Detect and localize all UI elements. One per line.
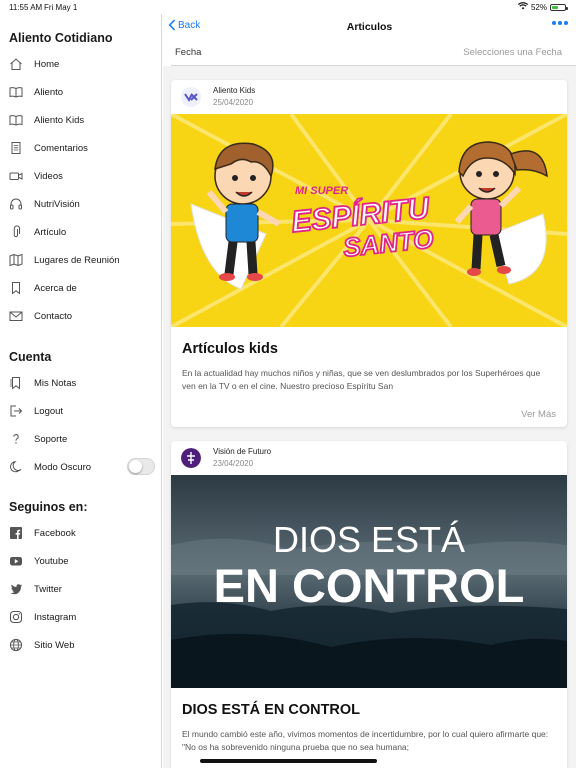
house-icon <box>9 57 23 71</box>
image-caption-main: EN CONTROL <box>214 559 525 612</box>
dark-mode-toggle[interactable] <box>127 458 155 475</box>
youtube-icon <box>9 554 23 568</box>
image-caption-top: DIOS ESTÁ <box>273 519 465 560</box>
question-icon <box>9 432 23 446</box>
instagram-icon <box>9 610 23 624</box>
sidebar-item-videos[interactable]: Videos <box>0 165 162 187</box>
navigation-bar: Back Articulos <box>163 14 576 40</box>
sidebar-item-twitter[interactable]: Twitter <box>0 578 162 600</box>
article-excerpt: El mundo cambió este año, vivimos moment… <box>182 729 549 752</box>
sidebar-item-aliento-kids[interactable]: Aliento Kids <box>0 109 162 131</box>
date-filter-value[interactable]: Selecciones una Fecha <box>463 47 562 58</box>
status-indicators: 52% <box>517 2 568 12</box>
sidebar-item-instagram[interactable]: Instagram <box>0 606 162 628</box>
card-header: Aliento Kids 25/04/2020 <box>171 80 567 114</box>
paperclip-icon <box>9 225 23 239</box>
envelope-icon <box>9 309 23 323</box>
article-title: Artículos kids <box>182 341 278 357</box>
vision-de-futuro-avatar <box>181 448 201 468</box>
battery-percent: 52% <box>530 2 547 12</box>
facebook-icon <box>9 526 23 540</box>
main-content: Back Articulos Fecha Selecciones una Fec… <box>163 14 576 768</box>
article-image: MI SUPER ESPÍRITU SANTO <box>171 114 567 327</box>
sidebar-item-label: Lugares de Reunión <box>34 254 120 266</box>
aliento-kids-avatar <box>181 87 201 107</box>
article-card[interactable]: Aliento Kids 25/04/2020 MI SUPER ESPÍRIT… <box>171 80 567 427</box>
home-indicator[interactable] <box>200 759 377 763</box>
sidebar-item-facebook[interactable]: Facebook <box>0 522 162 544</box>
status-bar: 11:55 AM Fri May 1 52% <box>0 0 576 14</box>
sidebar-item-label: Youtube <box>34 555 69 567</box>
twitter-icon <box>9 582 23 596</box>
status-time: 11:55 AM <box>9 3 43 12</box>
sidebar-item-acerca[interactable]: Acerca de <box>0 277 162 299</box>
social-heading: Seguinos en: <box>9 500 88 514</box>
sidebar-item-contacto[interactable]: Contacto <box>0 305 162 327</box>
sidebar-item-label: Aliento <box>34 86 64 98</box>
battery-level <box>552 5 559 9</box>
sidebar-item-logout[interactable]: Logout <box>0 400 162 422</box>
date-filter[interactable]: Fecha Selecciones una Fecha <box>163 40 576 66</box>
sidebar-item-sitio-web[interactable]: Sitio Web <box>0 634 162 656</box>
book-icon <box>9 85 23 99</box>
sidebar-item-label: Instagram <box>34 611 77 623</box>
sidebar-item-lugares[interactable]: Lugares de Reunión <box>0 249 162 271</box>
sidebar-item-label: Logout <box>34 405 64 417</box>
bookmark-list-icon <box>9 376 23 390</box>
sidebar-item-soporte[interactable]: Soporte <box>0 428 162 450</box>
sidebar-item-label: Modo Oscuro <box>34 461 92 473</box>
article-author: Aliento Kids <box>213 86 256 95</box>
article-image: DIOS ESTÁ EN CONTROL <box>171 475 567 688</box>
article-title: DIOS ESTÁ EN CONTROL <box>182 702 361 718</box>
logout-icon <box>9 404 23 418</box>
sidebar-item-home[interactable]: Home <box>0 53 162 75</box>
sidebar-item-comentarios[interactable]: Comentarios <box>0 137 162 159</box>
sidebar-item-aliento[interactable]: Aliento <box>0 81 162 103</box>
sidebar-item-label: Videos <box>34 170 63 182</box>
account-heading: Cuenta <box>9 350 52 364</box>
video-camera-icon <box>9 169 23 183</box>
moon-icon <box>9 460 23 474</box>
sidebar-item-label: Home <box>34 58 60 70</box>
sidebar-item-label: Facebook <box>34 527 76 539</box>
sidebar-item-label: Twitter <box>34 583 62 595</box>
sidebar-item-label: Comentarios <box>34 142 88 154</box>
sidebar-item-label: Artículo <box>34 226 67 238</box>
sidebar-item-articulo[interactable]: Artículo <box>0 221 162 243</box>
article-date: 23/04/2020 <box>213 459 254 468</box>
article-date: 25/04/2020 <box>213 98 254 107</box>
divider <box>171 65 576 66</box>
ver-mas-link[interactable]: Ver Más <box>521 409 556 420</box>
sidebar-item-label: Aliento Kids <box>34 114 85 126</box>
sidebar-item-label: Contacto <box>34 310 73 322</box>
sidebar-item-label: Soporte <box>34 433 68 445</box>
article-excerpt: En la actualidad hay muchos niños y niña… <box>182 368 541 391</box>
sidebar-item-label: Acerca de <box>34 282 77 294</box>
page-title: Articulos <box>346 21 393 33</box>
bookmark-icon <box>9 281 23 295</box>
sidebar-item-youtube[interactable]: Youtube <box>0 550 162 572</box>
map-icon <box>9 253 23 267</box>
image-caption-top: MI SUPER <box>295 185 348 197</box>
sidebar-item-label: NutriVisión <box>34 198 80 210</box>
card-header: Visión de Futuro 23/04/2020 <box>171 441 567 475</box>
globe-icon <box>9 638 23 652</box>
sidebar: Aliento Cotidiano Home Aliento Aliento K… <box>0 14 162 768</box>
sidebar-title: Aliento Cotidiano <box>9 31 113 45</box>
sidebar-item-nutrivision[interactable]: NutriVisión <box>0 193 162 215</box>
wifi-icon <box>517 2 529 12</box>
article-author: Visión de Futuro <box>213 447 272 456</box>
sidebar-item-mis-notas[interactable]: Mis Notas <box>0 372 162 394</box>
battery-icon <box>550 3 568 11</box>
sidebar-item-label: Sitio Web <box>34 639 75 651</box>
headphones-icon <box>9 197 23 211</box>
ellipsis-icon[interactable] <box>552 21 568 25</box>
status-date: Fri May 1 <box>44 3 78 12</box>
book-icon <box>9 113 23 127</box>
sidebar-item-label: Mis Notas <box>34 377 77 389</box>
date-filter-label: Fecha <box>175 47 202 58</box>
article-card[interactable]: Visión de Futuro 23/04/2020 DIOS ESTÁ EN… <box>171 441 567 768</box>
document-icon <box>9 141 23 155</box>
toggle-knob <box>129 460 142 473</box>
